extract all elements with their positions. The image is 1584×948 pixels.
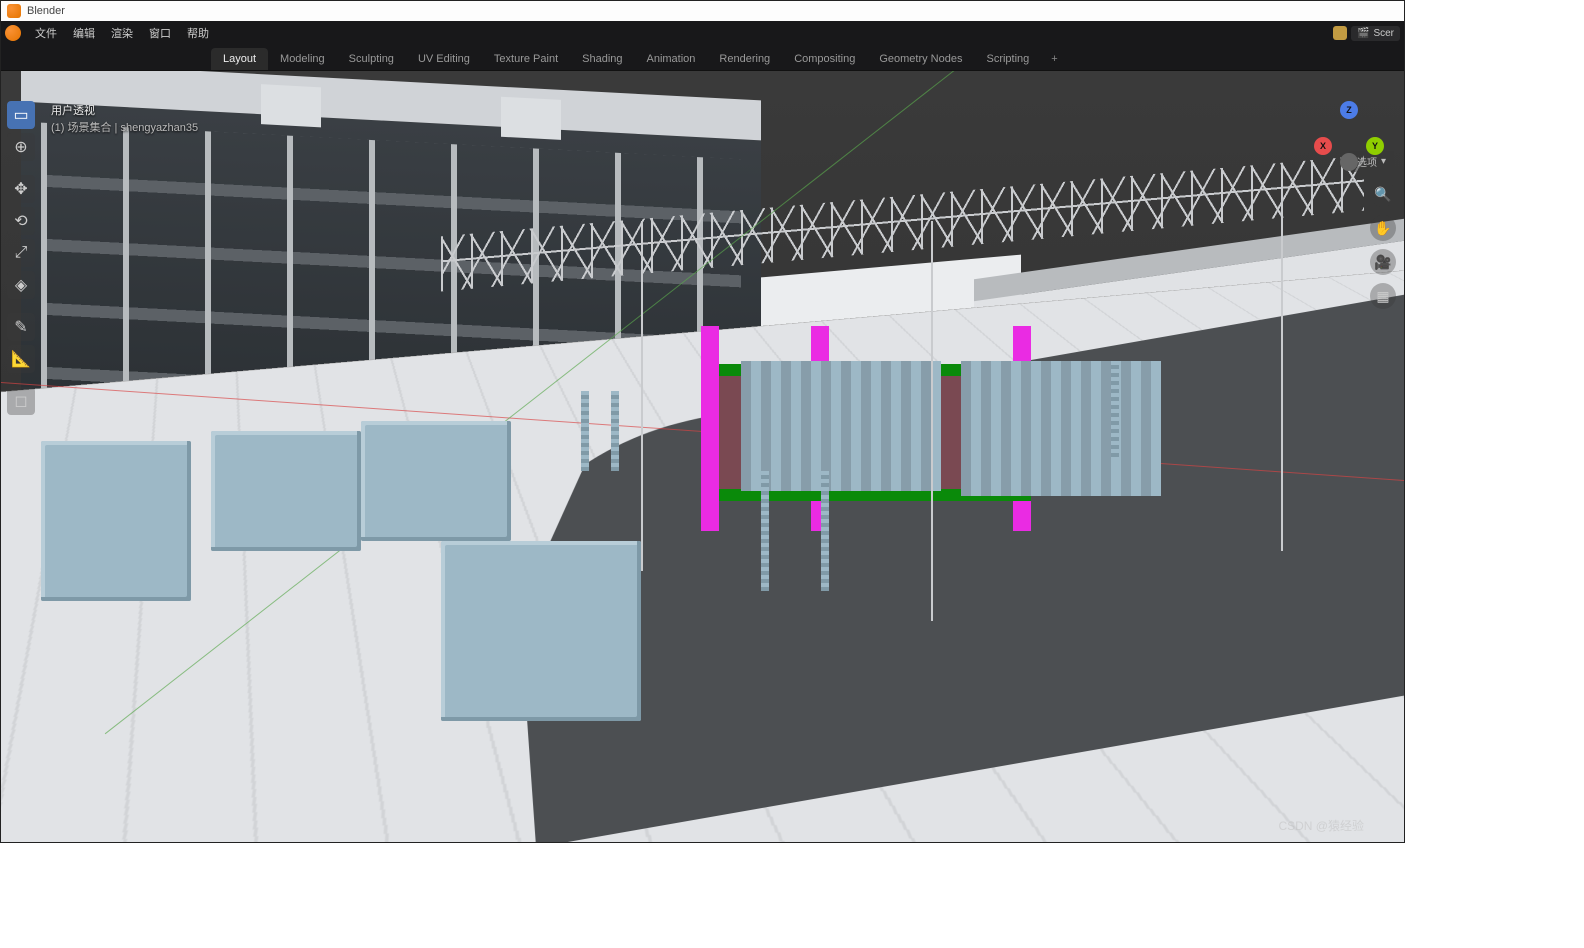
gizmo-z-axis[interactable]: Z <box>1340 101 1358 119</box>
menu-window[interactable]: 窗口 <box>141 22 179 44</box>
menu-edit[interactable]: 编辑 <box>65 22 103 44</box>
watermark: CSDN @猿经验 <box>1278 817 1364 834</box>
viewport-nav-buttons: 🔍 ✋ 🎥 ▦ <box>1370 181 1396 309</box>
tab-layout[interactable]: Layout <box>211 48 268 70</box>
switchgear-model <box>211 431 361 551</box>
tab-animation[interactable]: Animation <box>635 48 708 70</box>
camera-icon: 🎥 <box>1374 254 1391 271</box>
menu-render[interactable]: 渲染 <box>103 22 141 44</box>
support-pole <box>931 221 933 621</box>
switchgear-model <box>41 441 191 601</box>
scene-dropdown[interactable]: 🎬Scer <box>1351 26 1400 41</box>
measure-tool[interactable]: 📐 <box>7 345 35 373</box>
zoom-button[interactable]: 🔍 <box>1370 181 1396 207</box>
camera-view-button[interactable]: 🎥 <box>1370 249 1396 275</box>
perspective-toggle-button[interactable]: ▦ <box>1370 283 1396 309</box>
blender-logo-icon <box>7 4 21 18</box>
app-window: Blender 文件 编辑 渲染 窗口 帮助 🎬Scer Layout Mode… <box>0 0 1405 843</box>
scene-contents <box>1 71 1404 842</box>
insulator-model <box>761 471 769 591</box>
magnifier-icon: 🔍 <box>1374 186 1391 203</box>
add-primitive-tool[interactable]: ◻ <box>7 387 35 415</box>
workspace-tabs: Layout Modeling Sculpting UV Editing Tex… <box>1 45 1404 71</box>
switchgear-model <box>361 421 511 541</box>
annotate-tool[interactable]: ✎ <box>7 313 35 341</box>
pan-button[interactable]: ✋ <box>1370 215 1396 241</box>
cursor-tool[interactable]: ⊕ <box>7 133 35 161</box>
tab-compositing[interactable]: Compositing <box>782 48 867 70</box>
toolbar-left: ▭ ⊕ ✥ ⟲ ⤢ ◈ ✎ 📐 ◻ <box>7 101 35 415</box>
switchgear-model <box>441 541 641 721</box>
scene-label: Scer <box>1373 28 1394 39</box>
scale-tool[interactable]: ⤢ <box>7 239 35 267</box>
transformer-model <box>741 361 941 491</box>
tab-shading[interactable]: Shading <box>570 48 634 70</box>
gizmo-y-axis[interactable]: Y <box>1366 137 1384 155</box>
transform-tool[interactable]: ◈ <box>7 271 35 299</box>
tab-texture-paint[interactable]: Texture Paint <box>482 48 570 70</box>
menu-file[interactable]: 文件 <box>27 22 65 44</box>
blender-menu-icon[interactable] <box>5 25 21 41</box>
support-pole <box>641 221 643 571</box>
tab-rendering[interactable]: Rendering <box>707 48 782 70</box>
gizmo-neg-axis[interactable] <box>1340 153 1358 171</box>
view-name: 用户透视 <box>51 103 198 120</box>
main-menu-bar: 文件 编辑 渲染 窗口 帮助 🎬Scer <box>1 21 1404 45</box>
rotate-tool[interactable]: ⟲ <box>7 207 35 235</box>
tab-geometry-nodes[interactable]: Geometry Nodes <box>867 48 974 70</box>
viewport-overlay-text: 用户透视 (1) 场景集合 | shengyazhan35 <box>51 103 198 136</box>
3d-viewport[interactable]: 选项 ▾ ▭ ⊕ ✥ ⟲ ⤢ ◈ ✎ 📐 ◻ 用户透视 (1) 场景集合 | s… <box>1 71 1404 842</box>
titlebar: Blender <box>1 1 1404 21</box>
app-title: Blender <box>27 5 65 17</box>
dormer-model <box>261 84 321 127</box>
gizmo-x-axis[interactable]: X <box>1314 137 1332 155</box>
transformer-model <box>961 361 1161 496</box>
insulator-model <box>611 391 619 471</box>
insulator-model <box>581 391 589 471</box>
move-tool[interactable]: ✥ <box>7 175 35 203</box>
view-layer-icon[interactable] <box>1333 26 1347 40</box>
active-object-name: (1) 场景集合 | shengyazhan35 <box>51 120 198 137</box>
hand-icon: ✋ <box>1374 220 1391 237</box>
tab-sculpting[interactable]: Sculpting <box>337 48 406 70</box>
support-pole <box>1281 211 1283 551</box>
select-box-tool[interactable]: ▭ <box>7 101 35 129</box>
nav-gizmo[interactable]: Z X Y <box>1314 101 1384 171</box>
tab-add[interactable]: + <box>1041 48 1067 70</box>
dormer-model <box>501 97 561 140</box>
tab-scripting[interactable]: Scripting <box>974 48 1041 70</box>
tab-modeling[interactable]: Modeling <box>268 48 337 70</box>
insulator-model <box>1111 361 1119 461</box>
grid-icon: ▦ <box>1376 288 1389 305</box>
tab-uv-editing[interactable]: UV Editing <box>406 48 482 70</box>
insulator-model <box>821 471 829 591</box>
menu-help[interactable]: 帮助 <box>179 22 217 44</box>
